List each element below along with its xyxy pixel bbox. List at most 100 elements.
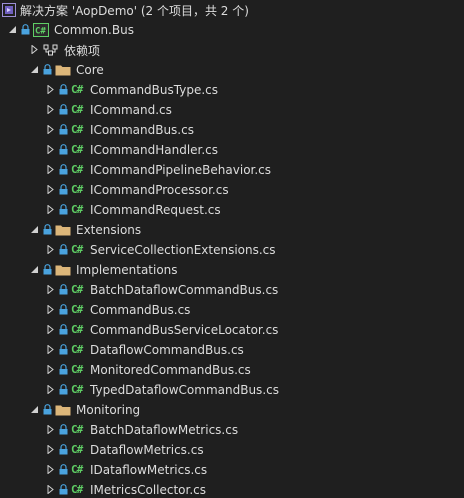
lock-icon (58, 380, 70, 400)
chevron-right-icon[interactable] (28, 40, 42, 60)
lock-icon (42, 400, 54, 420)
chevron-right-icon[interactable] (44, 140, 58, 160)
lock-icon (58, 120, 70, 140)
dependencies-label: 依赖项 (64, 43, 101, 58)
csharp-file-icon: C# (71, 343, 83, 356)
lock-icon (58, 80, 70, 100)
csharp-file-icon: C# (71, 363, 83, 376)
folder-label: Implementations (76, 263, 178, 277)
lock-icon (58, 100, 70, 120)
file-node[interactable]: C# MonitoredCommandBus.cs (0, 360, 464, 380)
csharp-file-icon: C# (71, 203, 83, 216)
lock-icon (58, 160, 70, 180)
csharp-file-icon: C# (71, 123, 83, 136)
chevron-right-icon[interactable] (44, 280, 58, 300)
lock-icon (58, 340, 70, 360)
file-node[interactable]: C# BatchDataflowMetrics.cs (0, 420, 464, 440)
file-node[interactable]: C# DataflowCommandBus.cs (0, 340, 464, 360)
lock-icon (20, 20, 32, 40)
chevron-right-icon[interactable] (44, 80, 58, 100)
file-label: BatchDataflowMetrics.cs (90, 423, 239, 437)
folder-node-core[interactable]: Core (0, 60, 464, 80)
file-node[interactable]: C# CommandBus.cs (0, 300, 464, 320)
dependencies-node[interactable]: 依赖项 (0, 40, 464, 60)
solution-explorer-tree: 解决方案 'AopDemo' (2 个项目，共 2 个) C# Common.B… (0, 0, 464, 498)
file-node[interactable]: C# ICommandPipelineBehavior.cs (0, 160, 464, 180)
chevron-right-icon[interactable] (44, 120, 58, 140)
file-label: ServiceCollectionExtensions.cs (90, 243, 276, 257)
folder-node-implementations[interactable]: Implementations (0, 260, 464, 280)
csharp-file-icon: C# (71, 423, 83, 436)
chevron-right-icon[interactable] (44, 100, 58, 120)
file-node[interactable]: C# ICommandHandler.cs (0, 140, 464, 160)
chevron-down-icon[interactable] (28, 260, 42, 280)
chevron-down-icon[interactable] (28, 400, 42, 420)
csharp-file-icon: C# (71, 283, 83, 296)
csharp-file-icon: C# (71, 83, 83, 96)
file-node[interactable]: C# IMetricsCollector.cs (0, 480, 464, 498)
file-node[interactable]: C# ICommandRequest.cs (0, 200, 464, 220)
file-node[interactable]: C# TypedDataflowCommandBus.cs (0, 380, 464, 400)
csharp-file-icon: C# (71, 183, 83, 196)
folder-label: Core (76, 63, 104, 77)
project-node-common-bus[interactable]: C# Common.Bus (0, 20, 464, 40)
folder-icon (54, 260, 74, 280)
lock-icon (58, 480, 70, 498)
file-node[interactable]: C# IDataflowMetrics.cs (0, 460, 464, 480)
chevron-right-icon[interactable] (44, 460, 58, 480)
chevron-right-icon[interactable] (44, 440, 58, 460)
file-label: CommandBusType.cs (90, 83, 218, 97)
folder-icon (54, 220, 74, 240)
chevron-right-icon[interactable] (44, 300, 58, 320)
chevron-down-icon[interactable] (28, 220, 42, 240)
file-node[interactable]: C# ICommandBus.cs (0, 120, 464, 140)
file-label: MonitoredCommandBus.cs (90, 363, 251, 377)
chevron-right-icon[interactable] (44, 160, 58, 180)
file-label: BatchDataflowCommandBus.cs (90, 283, 279, 297)
lock-icon (58, 320, 70, 340)
chevron-right-icon[interactable] (44, 320, 58, 340)
file-node[interactable]: C# CommandBusServiceLocator.cs (0, 320, 464, 340)
chevron-right-icon[interactable] (44, 200, 58, 220)
lock-icon (58, 420, 70, 440)
folder-node-monitoring[interactable]: Monitoring (0, 400, 464, 420)
solution-icon (0, 0, 18, 20)
chevron-right-icon[interactable] (44, 340, 58, 360)
file-label: IDataflowMetrics.cs (90, 463, 208, 477)
file-node[interactable]: C# CommandBusType.cs (0, 80, 464, 100)
file-label: ICommandPipelineBehavior.cs (90, 163, 272, 177)
file-node[interactable]: C# ServiceCollectionExtensions.cs (0, 240, 464, 260)
csharp-file-icon: C# (71, 383, 83, 396)
file-node[interactable]: C# BatchDataflowCommandBus.cs (0, 280, 464, 300)
csharp-file-icon: C# (71, 143, 83, 156)
file-node[interactable]: C# ICommand.cs (0, 100, 464, 120)
csharp-file-icon: C# (71, 443, 83, 456)
chevron-right-icon[interactable] (44, 360, 58, 380)
file-node[interactable]: C# ICommandProcessor.cs (0, 180, 464, 200)
file-label: IMetricsCollector.cs (90, 483, 207, 497)
chevron-down-icon[interactable] (6, 20, 20, 40)
file-label: ICommandBus.cs (90, 123, 194, 137)
dependencies-icon (42, 40, 62, 60)
csharp-file-icon: C# (71, 243, 83, 256)
file-label: DataflowMetrics.cs (90, 443, 204, 457)
lock-icon (58, 280, 70, 300)
csharp-file-icon: C# (71, 163, 83, 176)
folder-node-extensions[interactable]: Extensions (0, 220, 464, 240)
file-label: TypedDataflowCommandBus.cs (90, 383, 279, 397)
svg-text:C#: C# (35, 27, 46, 37)
chevron-right-icon[interactable] (44, 480, 58, 498)
chevron-right-icon[interactable] (44, 180, 58, 200)
solution-node[interactable]: 解决方案 'AopDemo' (2 个项目，共 2 个) (0, 0, 464, 20)
lock-icon (58, 360, 70, 380)
chevron-right-icon[interactable] (44, 420, 58, 440)
lock-icon (58, 240, 70, 260)
csharp-file-icon: C# (71, 483, 83, 496)
chevron-right-icon[interactable] (44, 380, 58, 400)
chevron-right-icon[interactable] (44, 240, 58, 260)
chevron-down-icon[interactable] (28, 60, 42, 80)
folder-label: Monitoring (76, 403, 141, 417)
file-label: CommandBus.cs (90, 303, 191, 317)
solution-label: 解决方案 'AopDemo' (2 个项目，共 2 个) (20, 3, 249, 18)
file-node[interactable]: C# DataflowMetrics.cs (0, 440, 464, 460)
